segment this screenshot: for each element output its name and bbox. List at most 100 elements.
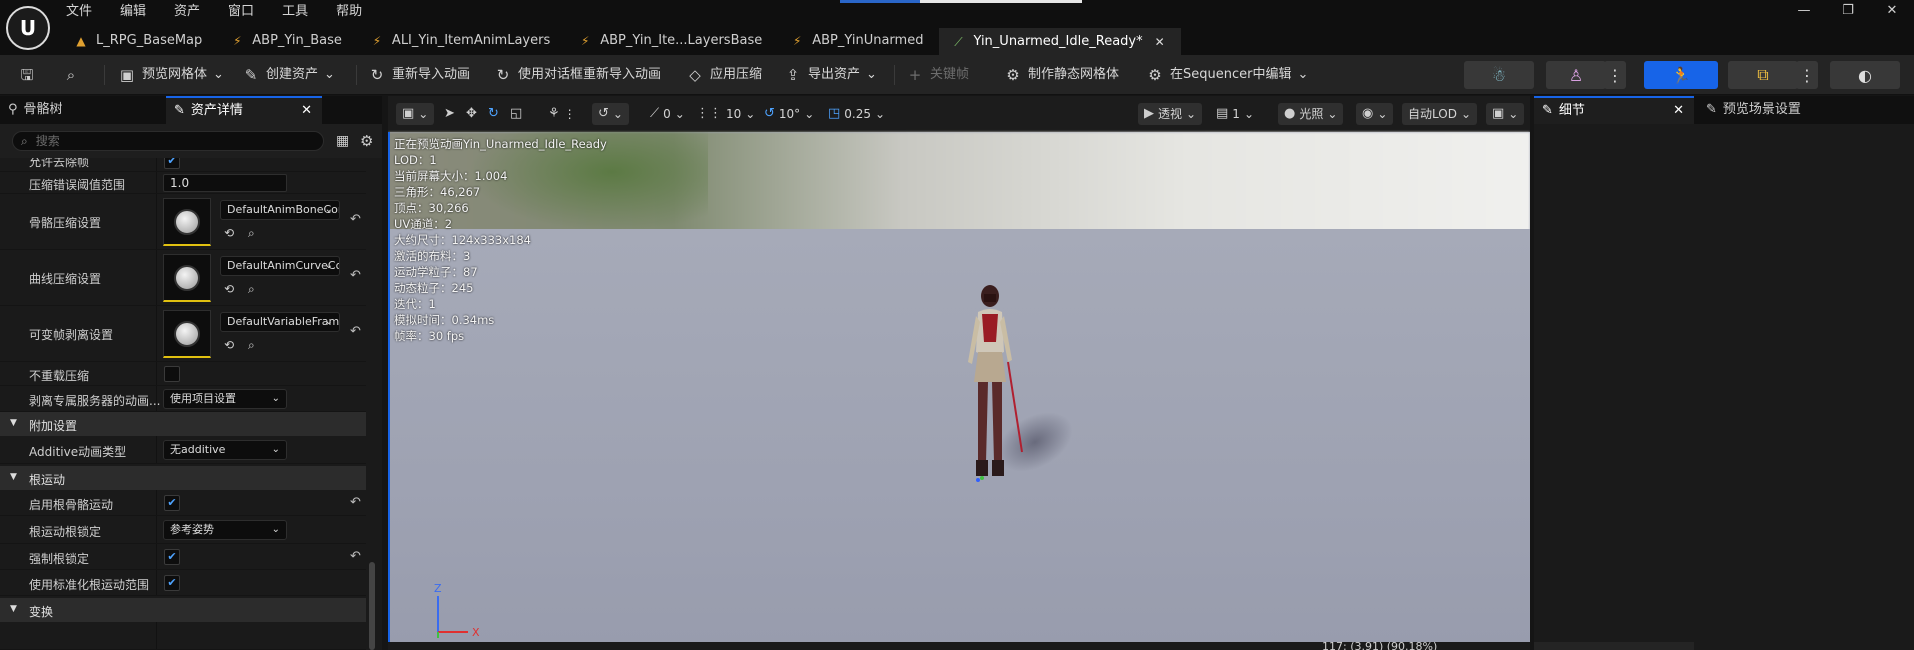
doc-tab-abp-yin-unarmed[interactable]: ⚡ ABP_YinUnarmed xyxy=(778,26,939,55)
rotate-tool-button[interactable]: ↻ xyxy=(488,103,499,125)
reset-arrow-icon[interactable]: ↶ xyxy=(350,495,361,510)
root-lock-dropdown[interactable]: 参考姿势 ⌄ xyxy=(163,520,287,540)
make-static-mesh-button[interactable]: ⚙ 制作静态网格体 xyxy=(998,61,1125,89)
asset-thumbnail[interactable] xyxy=(163,310,211,358)
eye-icon: ◉ xyxy=(1362,106,1374,121)
additive-type-dropdown[interactable]: 无additive ⌄ xyxy=(163,440,287,460)
section-transform[interactable]: ▼ 变换 xyxy=(0,598,366,622)
menu-file[interactable]: 文件 xyxy=(66,2,106,22)
allow-frame-strip-checkbox[interactable]: ✔ xyxy=(164,158,180,169)
create-asset-button[interactable]: ✎ 创建资产 ⌄ xyxy=(236,61,341,89)
reimport-button[interactable]: ↻ 重新导入动画 xyxy=(362,61,476,89)
screen-layout-button[interactable]: ▣ ⌄ xyxy=(1486,103,1525,125)
asset-thumbnail[interactable] xyxy=(163,254,211,302)
blueprint-mode-button[interactable]: ⧉ xyxy=(1728,61,1798,89)
doc-tab-abp-yin-base[interactable]: ⚡ ABP_Yin_Base xyxy=(218,26,358,55)
reset-arrow-icon[interactable]: ↶ xyxy=(350,212,361,227)
auto-lod-button[interactable]: 自动LOD ⌄ xyxy=(1402,103,1478,125)
enable-root-motion-checkbox[interactable]: ✔ xyxy=(164,495,180,511)
preview-mesh-label: 预览网格体 xyxy=(142,67,208,82)
menu-help[interactable]: 帮助 xyxy=(336,2,376,22)
edit-in-sequencer-button[interactable]: ⚙ 在Sequencer中编辑 ⌄ xyxy=(1140,61,1314,89)
asset-thumbnail[interactable] xyxy=(163,198,211,246)
reset-arrow-icon[interactable]: ↶ xyxy=(350,324,361,339)
snap-angle-button[interactable]: ⟋ 0 ⌄ xyxy=(650,103,685,125)
menu-asset[interactable]: 资产 xyxy=(174,2,214,22)
viewport-focus-border xyxy=(388,132,390,650)
grid-snap-button[interactable]: ⋮⋮ 10 ⌄ xyxy=(696,103,755,125)
table-view-icon[interactable]: ▦ xyxy=(336,133,349,149)
strip-server-dropdown[interactable]: 使用项目设置 ⌄ xyxy=(163,389,287,409)
rotation-snap-button[interactable]: ↺ 10° ⌄ xyxy=(764,103,814,125)
mesh-mode-options[interactable]: ⋮ xyxy=(1604,61,1626,89)
section-root-motion[interactable]: ▼ 根运动 xyxy=(0,466,366,490)
bone-compression-dropdown[interactable]: DefaultAnimBoneCompressionSettings⌄ xyxy=(220,200,340,220)
reimport-dialog-button[interactable]: ↻ 使用对话框重新导入动画 xyxy=(488,61,667,89)
preview-mesh-button[interactable]: ▣ 预览网格体 ⌄ xyxy=(112,61,230,89)
doc-tab-idle-ready[interactable]: ⟋ Yin_Unarmed_Idle_Ready* ✕ xyxy=(939,26,1181,56)
lighting-button[interactable]: ● 光照 ⌄ xyxy=(1278,103,1344,125)
doc-tab-abp-item-layers-base[interactable]: ⚡ ABP_Yin_Ite...LayersBase xyxy=(566,26,778,55)
character-model[interactable] xyxy=(948,282,1028,492)
scale-tool-button[interactable]: ◱ xyxy=(510,103,522,125)
menu-tools[interactable]: 工具 xyxy=(282,2,322,22)
reset-arrow-icon[interactable]: ↶ xyxy=(350,549,361,564)
translate-tool-button[interactable]: ✥ xyxy=(466,103,477,125)
close-window-icon[interactable]: ✕ xyxy=(1870,0,1914,22)
curve-compression-dropdown[interactable]: DefaultAnimCurveCompressionSettings⌄ xyxy=(220,256,340,276)
search-input[interactable] xyxy=(35,134,296,148)
tab-skeleton-tree[interactable]: ⚲ 骨骼树 xyxy=(0,96,160,124)
chevron-down-icon: ⌄ xyxy=(1243,107,1254,121)
preview-viewport[interactable]: ▣ ⌄ ➤ ✥ ↻ ◱ ⚘ ⋮ ↺ ⌄ ⟋ 0 ⌄ ⋮⋮ 10 ⌄ ↺ 10° ⌄ ◳ 0.25 ⌄ … xyxy=(388,96,1530,650)
gear-icon[interactable]: ⚙ xyxy=(360,132,373,150)
compression-error-field[interactable]: 1.0 xyxy=(163,174,287,192)
browse-button[interactable]: ⌕ xyxy=(56,61,86,89)
close-tab-icon[interactable]: ✕ xyxy=(1155,28,1165,56)
keyframe-button[interactable]: + 关键帧 xyxy=(900,61,975,89)
show-button[interactable]: ◉ ⌄ xyxy=(1356,103,1394,125)
viewport-options-button[interactable]: ▣ ⌄ xyxy=(396,103,435,125)
tab-preview-scene-settings[interactable]: ✎ 预览场景设置 xyxy=(1698,96,1898,124)
animation-mode-button[interactable]: 🏃 xyxy=(1644,61,1718,89)
variable-frame-dropdown[interactable]: DefaultVariableFrameStrippingSettings⌄ xyxy=(220,312,340,332)
coordinate-space-button[interactable]: ↺ ⌄ xyxy=(592,103,629,125)
use-selected-icon[interactable]: ⟲ xyxy=(224,226,234,240)
scale-snap-button[interactable]: ◳ 0.25 ⌄ xyxy=(828,103,885,125)
skeleton-mode-button[interactable]: ☃ xyxy=(1464,61,1534,89)
view-mode-button[interactable]: ▶ 透视 ⌄ xyxy=(1138,103,1203,125)
menu-edit[interactable]: 编辑 xyxy=(120,2,160,22)
save-button[interactable]: 🖫 xyxy=(12,61,42,89)
no-recompress-checkbox[interactable] xyxy=(164,366,180,382)
apply-compression-button[interactable]: ◇ 应用压缩 xyxy=(680,61,768,89)
select-tool-button[interactable]: ➤ xyxy=(444,103,455,125)
mesh-mode-button[interactable]: ♙ xyxy=(1546,61,1606,89)
doc-tab-basemap[interactable]: ▲ L_RPG_BaseMap xyxy=(62,26,218,55)
tab-details[interactable]: ✎ 细节 ✕ xyxy=(1534,96,1694,124)
browse-asset-icon[interactable]: ⌕ xyxy=(248,282,255,297)
browse-asset-icon[interactable]: ⌕ xyxy=(248,226,255,241)
unreal-logo-icon[interactable]: U xyxy=(6,6,50,50)
physics-mode-button[interactable]: ◐ xyxy=(1830,61,1900,89)
tab-asset-details[interactable]: ✎ 资产详情 ✕ xyxy=(166,96,322,124)
property-row: 曲线压缩设置 DefaultAnimCurveCompressionSettin… xyxy=(0,250,366,306)
force-root-lock-checkbox[interactable]: ✔ xyxy=(164,549,180,565)
lod-button[interactable]: ▤ 1 ⌄ xyxy=(1216,103,1254,125)
reset-arrow-icon[interactable]: ↶ xyxy=(350,268,361,283)
close-tab-icon[interactable]: ✕ xyxy=(301,97,312,125)
normalized-range-checkbox[interactable]: ✔ xyxy=(164,575,180,591)
close-tab-icon[interactable]: ✕ xyxy=(1673,97,1684,125)
restore-icon[interactable]: ❐ xyxy=(1826,0,1870,22)
surface-snap-button[interactable]: ⚘ ⋮ xyxy=(548,103,576,125)
doc-tab-ali-item-anim-layers[interactable]: ⚡ ALI_Yin_ItemAnimLayers xyxy=(358,26,566,55)
minimize-icon[interactable]: — xyxy=(1782,0,1826,22)
section-additive[interactable]: ▼ 附加设置 xyxy=(0,412,366,436)
move-icon: ✥ xyxy=(466,106,477,121)
export-asset-button[interactable]: ⇪ 导出资产 ⌄ xyxy=(778,61,883,89)
browse-asset-icon[interactable]: ⌕ xyxy=(248,338,255,353)
menu-window[interactable]: 窗口 xyxy=(228,2,268,22)
blueprint-mode-options[interactable]: ⋮ xyxy=(1796,61,1818,89)
doc-tab-label: ALI_Yin_ItemAnimLayers xyxy=(391,32,551,48)
use-selected-icon[interactable]: ⟲ xyxy=(224,282,234,296)
use-selected-icon[interactable]: ⟲ xyxy=(224,338,234,352)
scrollbar-thumb[interactable] xyxy=(369,562,375,650)
